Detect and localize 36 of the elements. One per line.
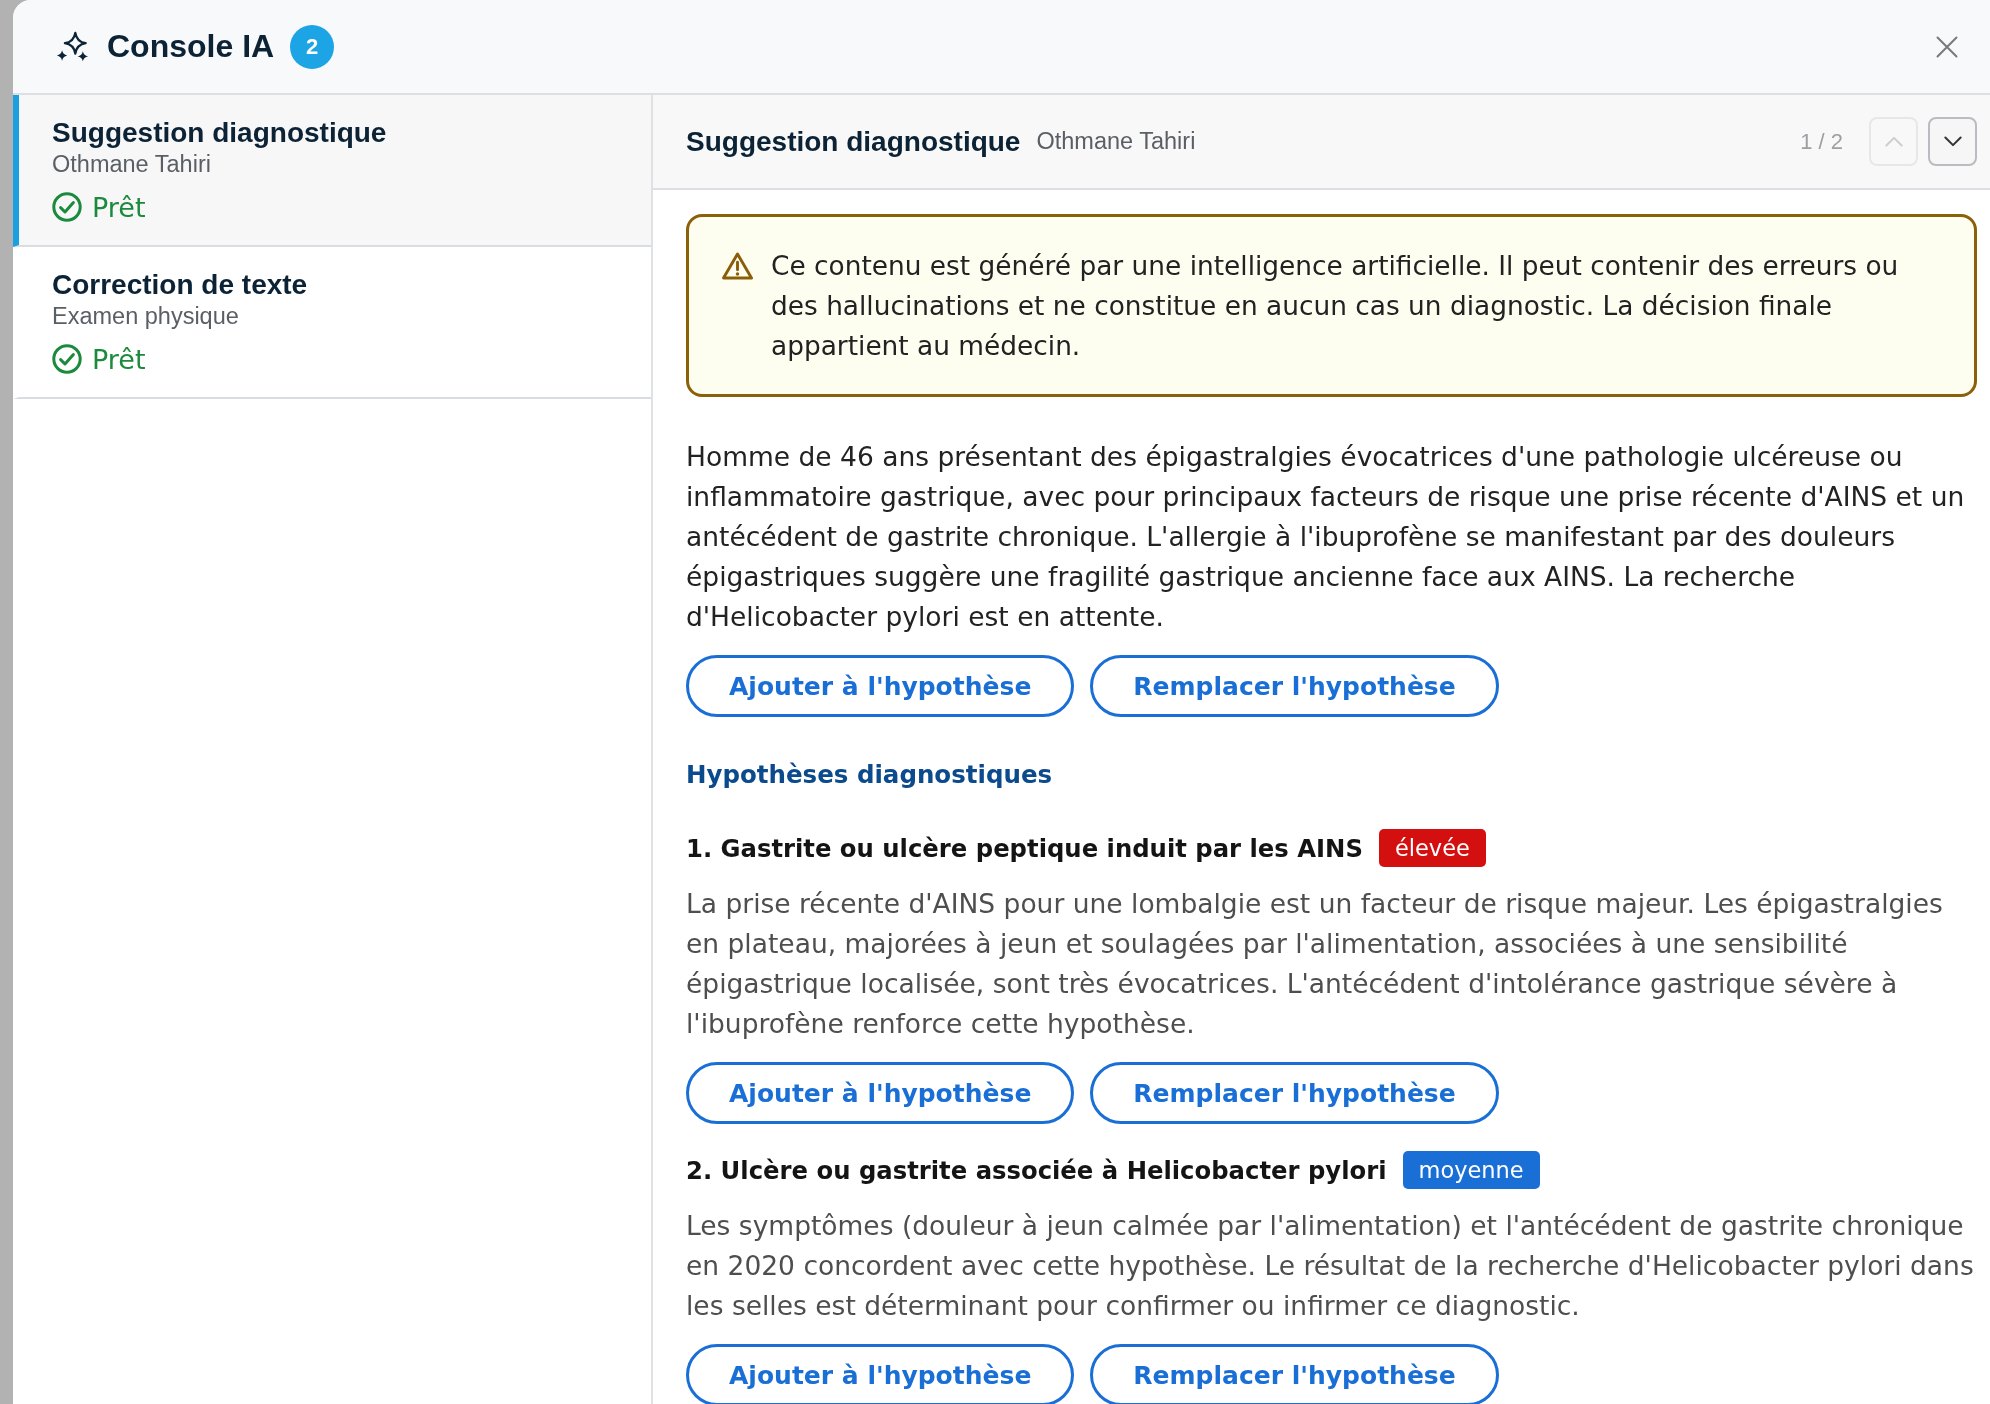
console-title: Console IA <box>107 28 275 65</box>
item-subtitle: Examen physique <box>52 302 239 331</box>
close-button[interactable] <box>1936 35 1958 58</box>
sidebar-item[interactable]: Suggestion diagnostique Othmane Tahiri Prêt <box>13 95 651 247</box>
close-icon <box>1936 35 1958 58</box>
section-heading: Hypothèses diagnostiques <box>686 759 1054 791</box>
hypothesis-description: Les symptômes (douleur à jeun calmée par l'alimentation) et l'antécédent de gastrite chronique en 2020 concordent avec cette hypothèse. Le résultat de la recherche d'Helicobacter pylori dans les selles est déterminant pour confirmer ou infirmer ce diagnostic. <box>686 1209 1975 1323</box>
replace-hypothesis-button[interactable]: Remplacer l'hypothèse <box>1090 1062 1499 1124</box>
detail-subtitle: Othmane Tahiri <box>1036 128 1196 155</box>
chevron-down-icon <box>1943 136 1962 147</box>
chevron-up-icon <box>1884 136 1903 147</box>
add-hypothesis-button[interactable]: Ajouter à l'hypothèse <box>686 1344 1075 1404</box>
check-circle-icon <box>52 192 82 222</box>
count-badge: 2 <box>290 24 335 69</box>
hypothesis-title: 2. Ulcère ou gastrite associée à Helicobacter pylori <box>686 1155 1387 1185</box>
likelihood-badge: élevée <box>1378 829 1486 867</box>
sparkles-icon <box>55 31 89 62</box>
warning-icon <box>722 252 753 280</box>
replace-hypothesis-button[interactable]: Remplacer l'hypothèse <box>1090 655 1499 717</box>
item-title: Suggestion diagnostique <box>52 117 387 149</box>
summary-text: Homme de 46 ans présentant des épigastralgies évocatrices d'une pathologie ulcéreuse ou inflammatoire gastrique, avec pour principaux facteurs de risque une prise récente d'AINS et un antécédent de gastrite chronique. L'allergie à l'ibuprofène se manifestant par des douleurs épigastriques suggère une fragilité gastrique ancienne face aux AINS. La recherche d'Helicobacter pylori est en attente. <box>686 440 1966 634</box>
add-hypothesis-button[interactable]: Ajouter à l'hypothèse <box>686 655 1075 717</box>
pager-label: 1 / 2 <box>1800 128 1843 155</box>
next-button[interactable] <box>1928 117 1977 166</box>
warning-text: Ce contenu est généré par une intelligence artificielle. Il peut contenir des erreurs ou des hallucinations et ne constitue en aucun cas un diagnostic. La décision finale appartient au médecin. <box>771 249 1900 363</box>
check-circle-icon <box>52 344 82 374</box>
likelihood-badge: moyenne <box>1402 1151 1540 1189</box>
detail-title: Suggestion diagnostique <box>686 125 1021 158</box>
hypothesis-title: 1. Gastrite ou ulcère peptique induit par les AINS <box>686 833 1363 863</box>
item-subtitle: Othmane Tahiri <box>52 150 211 179</box>
item-title: Correction de texte <box>52 269 308 301</box>
hypothesis-description: La prise récente d'AINS pour une lombalgie est un facteur de risque majeur. Les épigastralgies en plateau, majorées à jeun et soulagées par l'alimentation, associées à une sensibilité épigastrique localisée, sont très évocatrices. L'antécédent d'intolérance gastrique sévère à l'ibuprofène renforce cette hypothèse. <box>686 887 1944 1041</box>
replace-hypothesis-button[interactable]: Remplacer l'hypothèse <box>1090 1344 1499 1404</box>
add-hypothesis-button[interactable]: Ajouter à l'hypothèse <box>686 1062 1075 1124</box>
status-label: Prêt <box>92 191 146 223</box>
status-label: Prêt <box>92 343 146 375</box>
